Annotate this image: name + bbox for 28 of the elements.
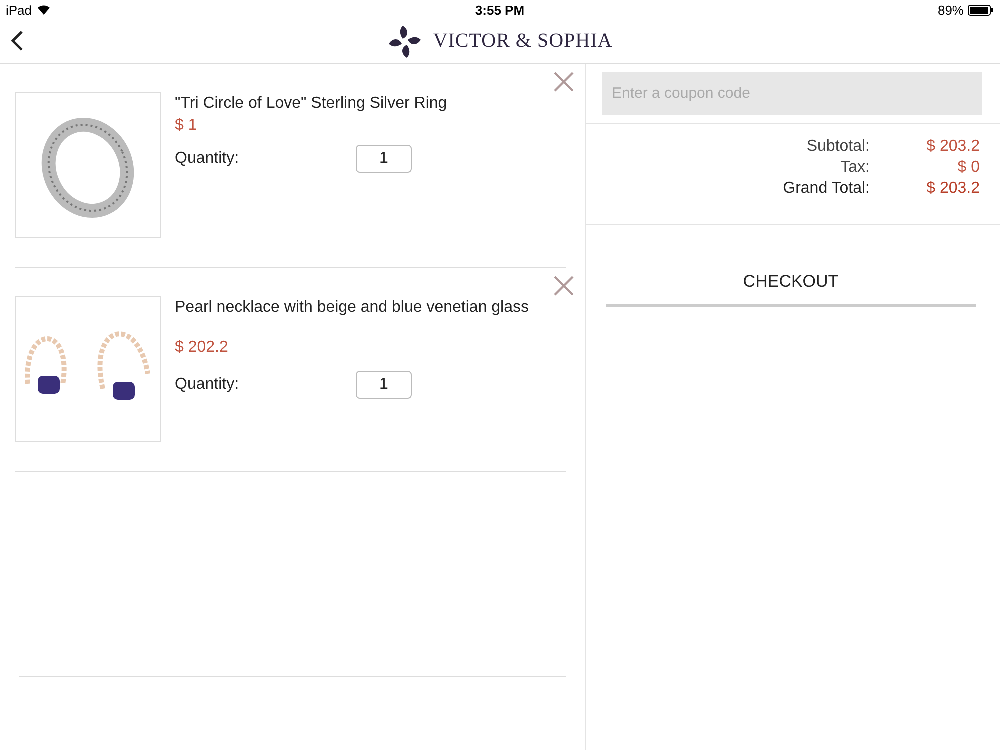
- product-name: "Tri Circle of Love" Sterling Silver Ring: [175, 95, 448, 113]
- quantity-field[interactable]: 1: [356, 145, 412, 173]
- quantity-label: Quantity:: [175, 150, 240, 168]
- battery-icon: [968, 4, 994, 16]
- quantity-label: Quantity:: [175, 376, 240, 394]
- clock-time: 3:55 PM: [475, 2, 525, 18]
- battery-percentage: 89%: [938, 2, 964, 18]
- total-label: Subtotal:: [806, 138, 870, 156]
- close-icon: [554, 72, 574, 92]
- product-name: Pearl necklace with beige and blue venetian glass: [175, 299, 530, 317]
- quantity-field[interactable]: 1: [356, 371, 412, 399]
- product-price: $ 1: [175, 117, 198, 135]
- logo-icon: [387, 24, 424, 60]
- total-value: $ 203.2: [926, 180, 980, 198]
- brand-name: VICTOR & SOPHIA: [433, 30, 613, 53]
- total-value: $ 203.2: [926, 138, 980, 156]
- checkout-button[interactable]: CHECKOUT: [606, 259, 976, 307]
- total-label: Tax:: [840, 159, 870, 177]
- close-icon: [554, 276, 574, 296]
- back-chevron-icon: [10, 30, 24, 52]
- total-value: $ 0: [956, 159, 980, 177]
- total-label: Grand Total:: [782, 180, 870, 198]
- coupon-field[interactable]: Enter a coupon code: [602, 72, 982, 115]
- product-price: $ 202.2: [175, 339, 230, 357]
- remove-button[interactable]: [552, 70, 576, 94]
- remove-button[interactable]: [552, 274, 576, 298]
- wifi-icon: [37, 5, 52, 15]
- carrier-label: iPad: [6, 2, 32, 18]
